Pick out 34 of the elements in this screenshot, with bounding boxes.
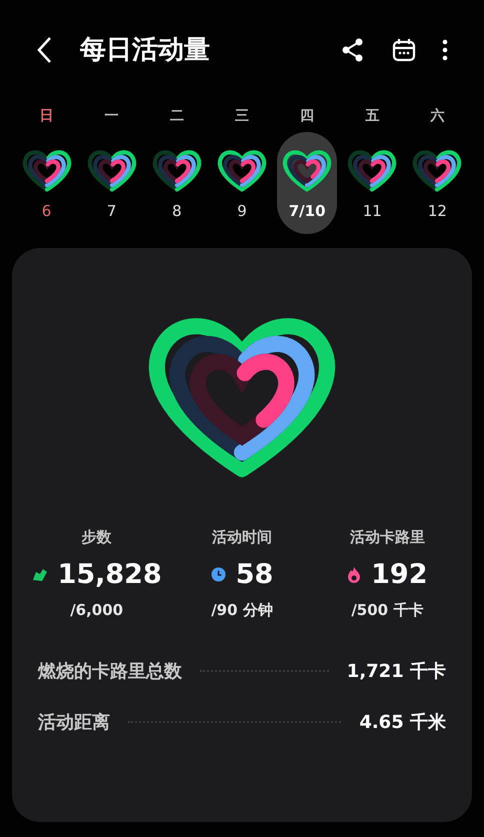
weekday-label: 五 [365, 107, 380, 126]
stat-value: 192 [371, 558, 428, 592]
day-tab[interactable]: 6 [16, 132, 77, 234]
weekday-label: 三 [234, 107, 249, 126]
more-icon[interactable] [442, 39, 448, 61]
stat-value: 58 [236, 558, 274, 592]
stat-label: 步数 [82, 527, 112, 548]
row-label: 活动距离 [38, 710, 110, 734]
stat-label: 活动时间 [212, 527, 272, 548]
stat-target: /6,000 [70, 600, 124, 621]
share-icon[interactable] [342, 38, 364, 62]
day-tab[interactable]: 7 [82, 132, 142, 234]
day-tab[interactable]: 8 [146, 132, 207, 234]
calendar-icon[interactable] [392, 38, 416, 62]
page-title: 每日活动量 [80, 34, 210, 66]
weekday-label: 六 [430, 107, 444, 126]
weekday-label: 四 [300, 107, 314, 126]
row-label: 燃烧的卡路里总数 [38, 660, 182, 684]
weekday-label: 日 [40, 107, 54, 126]
day-tab[interactable]: 7/10 [277, 132, 338, 234]
day-tab[interactable]: 12 [407, 132, 468, 234]
stat-target: /90 分钟 [211, 600, 273, 621]
row-value: 4.65 千米 [359, 710, 446, 734]
weekday-label: 一 [104, 107, 119, 126]
stat-target: /500 千卡 [351, 600, 424, 621]
flame-icon [347, 566, 362, 583]
row-value: 1,721 千卡 [346, 660, 446, 684]
weekday-label: 二 [170, 107, 184, 126]
stat-value: 15,828 [58, 558, 162, 592]
stat-label: 活动卡路里 [350, 527, 425, 548]
back-icon[interactable] [36, 36, 52, 64]
day-tab[interactable]: 11 [342, 132, 402, 234]
day-tab[interactable]: 9 [212, 132, 272, 234]
clock-icon [210, 567, 226, 582]
